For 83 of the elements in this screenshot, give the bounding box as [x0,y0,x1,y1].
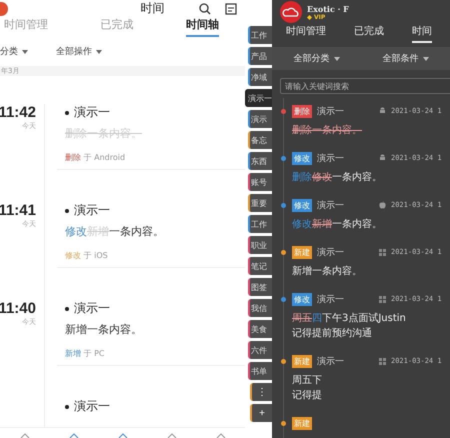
windows-icon [379,357,386,366]
filter-dropdown[interactable]: 全部操作 [56,45,92,58]
bullet-icon [65,110,69,114]
entry-source: 修改 于 iOS [65,250,109,261]
filter-dropdown[interactable]: 全部条件 [382,52,418,66]
action-tag: 新建 [292,354,312,368]
action-tag: 修改 [292,198,312,212]
action-tag: 修改 [292,292,312,306]
entry-content: 删除一条内容。 [292,124,363,137]
notebook-tab[interactable]: 我信 [248,299,272,317]
diamond-icon [307,14,312,20]
notebook-tab[interactable]: 书单 [248,362,272,380]
caret-icon [334,56,340,61]
apple-icon [379,201,386,210]
entry-title: 演示一 [317,294,344,306]
tab[interactable]: 时间轴 [186,17,219,37]
notebook-tab[interactable]: 工作 [248,26,272,44]
notebook-tab[interactable]: 美食 [248,320,272,338]
notebook-tab[interactable]: 备忘 [248,131,272,149]
entry-title: 演示一 [317,106,344,118]
android-icon [379,154,386,162]
entry-title: 演示一 [74,202,110,219]
action-tag: 修改 [292,152,312,165]
entry-title: 演示一 [74,104,110,121]
avatar-icon [280,1,302,24]
notebook-tab[interactable]: 六件 [248,341,272,359]
tab[interactable]: 时间管理 [286,24,326,44]
tab[interactable]: 已完成 [354,24,384,44]
notebook-tab[interactable]: 账号 [248,173,272,191]
tab[interactable]: 时间 [412,24,432,44]
entry-title: 演示一 [74,398,110,415]
notebook-tab[interactable]: 产品 [248,47,272,65]
entry-title: 演示一 [74,300,110,317]
window-title: 时间 [140,0,164,17]
nav-icon[interactable] [216,433,226,438]
app-logo [0,2,8,16]
bullet-icon [65,208,69,212]
nav-icon[interactable] [68,433,78,438]
entry-content: 删除修改一条内容。 [292,170,383,184]
entry-content: 新增一条内容。 [65,322,143,337]
entry-content: 周五下 [292,374,323,387]
search-field[interactable]: 请输入关键词搜索 [280,78,450,94]
notebook-tab[interactable]: 净域 [248,68,272,86]
more-button[interactable]: ⋮ [250,383,272,401]
entry-title: 演示一 [317,200,344,212]
nav-icon[interactable] [166,433,176,438]
notebook-tab[interactable]: 重要 [248,194,272,212]
action-tag: 删除 [292,104,312,118]
entry-source: 删除 于 Android [65,152,126,163]
caret-icon [422,56,428,61]
add-button[interactable]: + [250,404,272,422]
action-tag: 新建 [292,246,312,259]
entry-content: 新增一条内容。 [292,264,363,278]
notebook-tab[interactable]: 职业 [248,236,272,254]
caret-icon [22,50,28,54]
caret-icon [96,50,102,54]
entry-title: 演示一 [317,246,344,259]
entry-content: 记得提前预约沟通 [292,326,373,340]
entry-title: 演示一 [317,356,344,368]
windows-icon [379,295,386,304]
notebook-tab[interactable]: 东西 [248,152,272,170]
filter-dropdown[interactable]: 分类 [0,45,18,58]
bullet-icon [65,404,69,408]
entry-content: 周五四下午3点面试Justin [292,312,407,325]
search-icon[interactable] [199,2,211,14]
notebook-tab[interactable]: 演示 [248,110,272,128]
entry-content: 记得提 [292,388,323,402]
entry-title: 演示一 [317,152,344,165]
action-tag: 新建 [292,416,312,430]
windows-icon [379,248,386,256]
nav-icon[interactable] [20,433,30,438]
notebook-tab[interactable]: 演示一 [245,89,272,107]
notes-icon[interactable] [225,2,237,14]
entry-source: 新增 于 PC [65,348,106,359]
notebook-tab[interactable]: 笔记 [248,257,272,275]
entry-content: 修改新增一条内容。 [292,218,383,231]
user-name: Exotic · F [307,4,349,14]
notebook-tab[interactable]: 图签 [248,278,272,296]
filter-dropdown[interactable]: 全部分类 [294,52,330,66]
bullet-icon [65,306,69,310]
nav-icon[interactable] [118,433,128,438]
notebook-tab[interactable]: 工作 [248,215,272,233]
android-icon [379,107,386,116]
